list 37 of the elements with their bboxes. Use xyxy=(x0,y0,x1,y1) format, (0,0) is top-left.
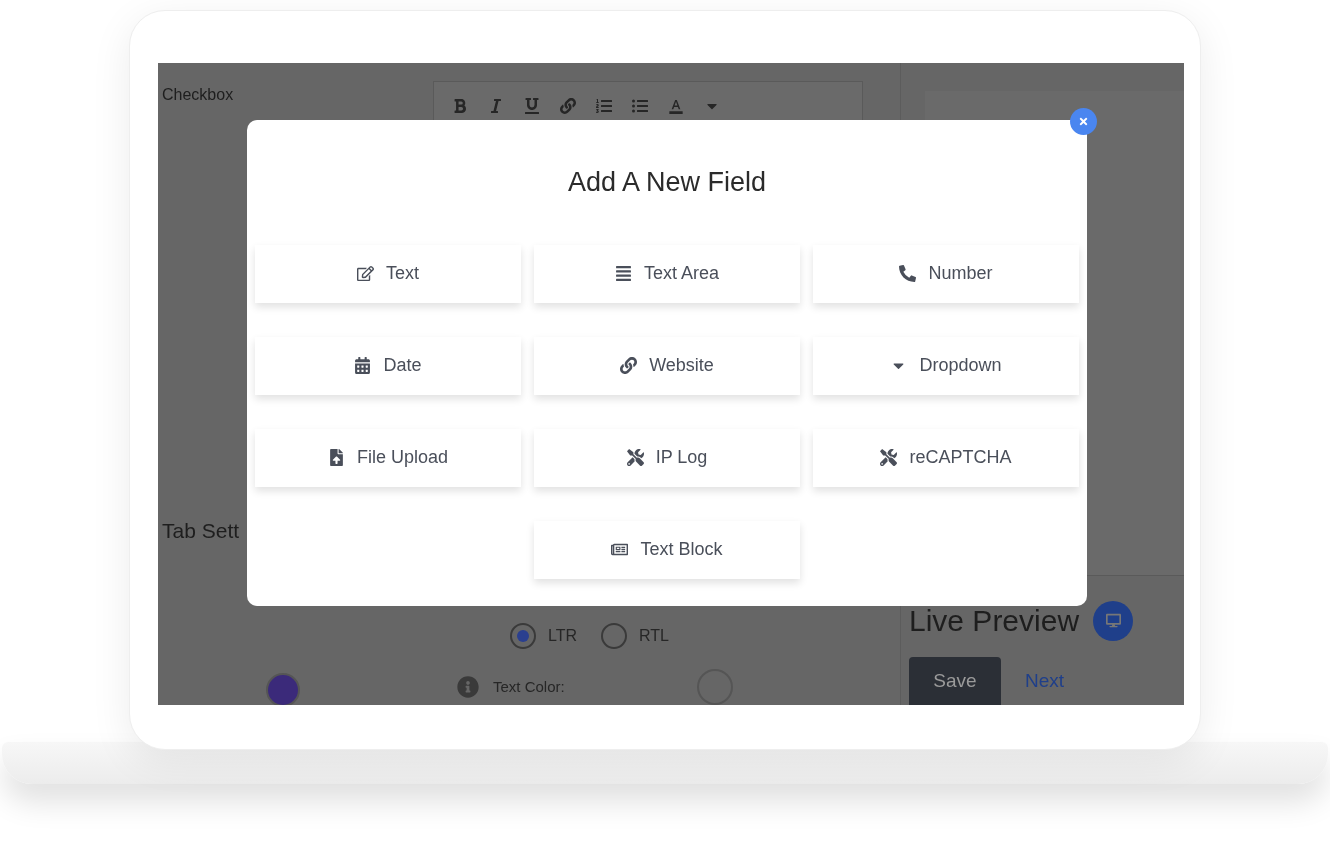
field-label: Text Color: xyxy=(493,676,565,697)
info-icon xyxy=(457,676,479,698)
field-type-button[interactable]: Date xyxy=(255,336,521,395)
tools-icon xyxy=(880,449,898,466)
edit-icon xyxy=(357,265,374,282)
field-type-button[interactable]: Text Area xyxy=(534,244,800,303)
field-type-button[interactable]: IP Log xyxy=(534,428,800,487)
numbered-list-icon[interactable] xyxy=(596,98,612,114)
section-heading: Tab Sett xyxy=(162,518,240,544)
text-lines-icon xyxy=(614,265,632,282)
field-type-button[interactable]: reCAPTCHA xyxy=(813,428,1079,487)
close-icon xyxy=(1078,116,1089,127)
file-upload-icon xyxy=(327,449,345,466)
phone-icon xyxy=(899,265,917,282)
field-type-button[interactable]: Number xyxy=(813,244,1079,303)
link-icon xyxy=(620,357,638,374)
calendar-icon xyxy=(354,357,372,374)
modal-title: Add A New Field xyxy=(567,166,767,199)
save-button[interactable]: Save xyxy=(909,657,1001,705)
field-type-button[interactable]: Text xyxy=(255,244,521,303)
bold-icon[interactable] xyxy=(452,98,468,114)
field-type-button[interactable]: Dropdown xyxy=(813,336,1079,395)
color-swatch xyxy=(696,669,733,705)
color-swatch xyxy=(266,672,300,705)
newspaper-icon xyxy=(611,541,629,558)
field-type-button[interactable]: Text Block xyxy=(534,520,800,579)
underline-icon[interactable] xyxy=(524,98,540,114)
bullet-list-icon[interactable] xyxy=(632,98,648,114)
tools-icon xyxy=(626,449,644,466)
field-label: Checkbox xyxy=(162,85,234,105)
desktop-icon[interactable] xyxy=(1093,600,1134,641)
link-icon[interactable] xyxy=(560,98,576,114)
text-color-icon[interactable] xyxy=(668,98,684,114)
panel-title: Live Preview xyxy=(909,603,1080,639)
italic-icon[interactable] xyxy=(488,98,504,114)
field-type-button[interactable]: Website xyxy=(534,336,800,395)
field-type-button[interactable]: File Upload xyxy=(255,428,521,487)
